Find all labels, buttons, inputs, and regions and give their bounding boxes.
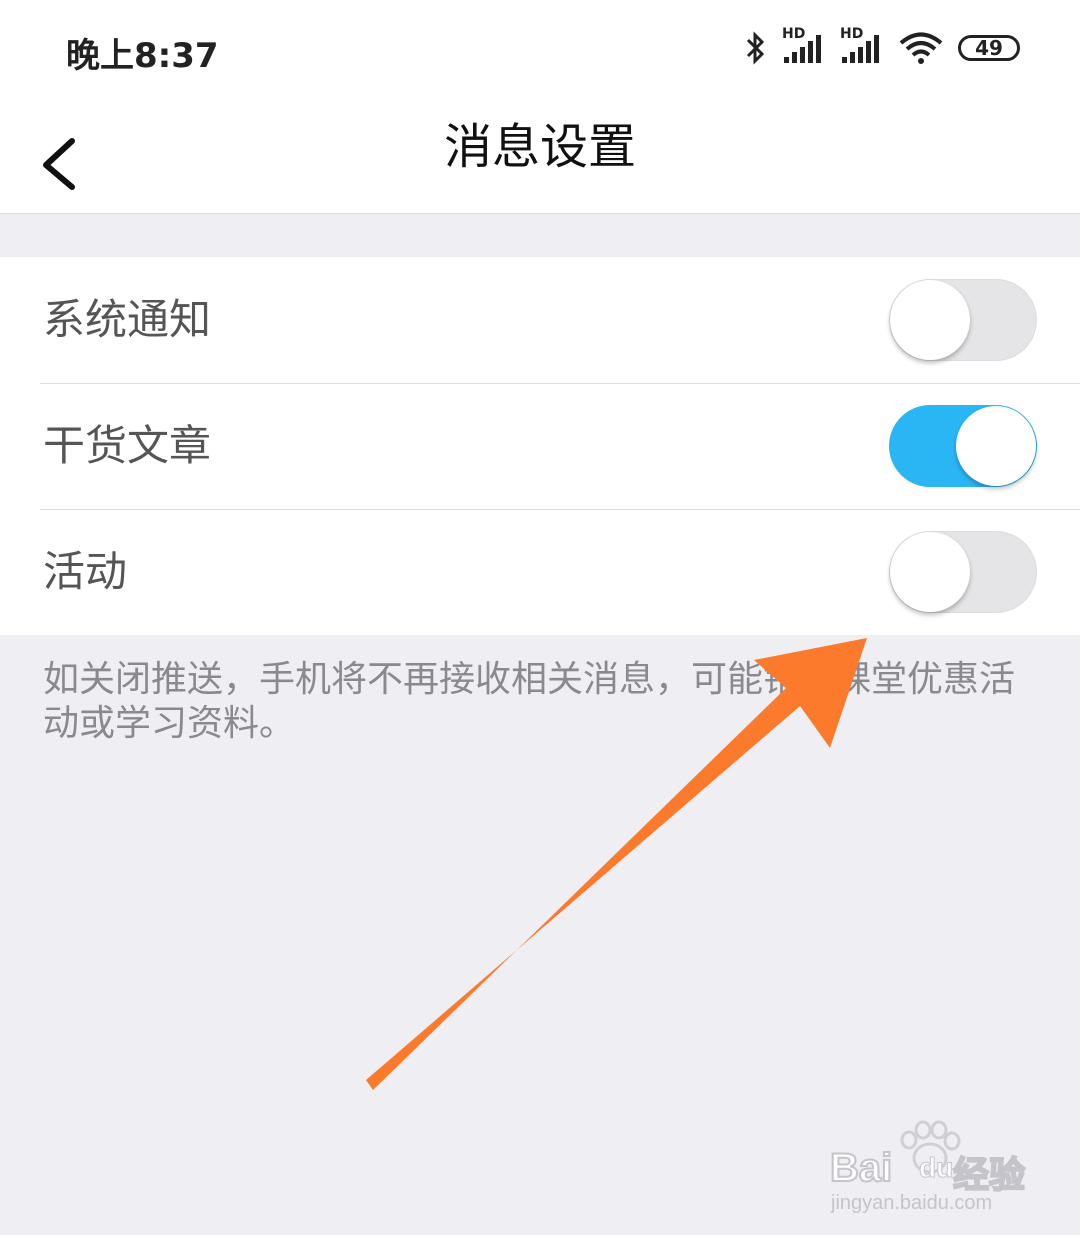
watermark-url: jingyan.baidu.com (831, 1192, 993, 1214)
baidu-jingyan-watermark: Bai du 经验 jingyan.baidu.com (825, 1118, 1035, 1218)
watermark-brand-cn: 经验 (952, 1153, 1026, 1196)
annotation-arrow-icon (366, 638, 867, 1090)
watermark-brand-suffix: du (918, 1152, 954, 1184)
watermark-brand: Bai (829, 1145, 893, 1191)
